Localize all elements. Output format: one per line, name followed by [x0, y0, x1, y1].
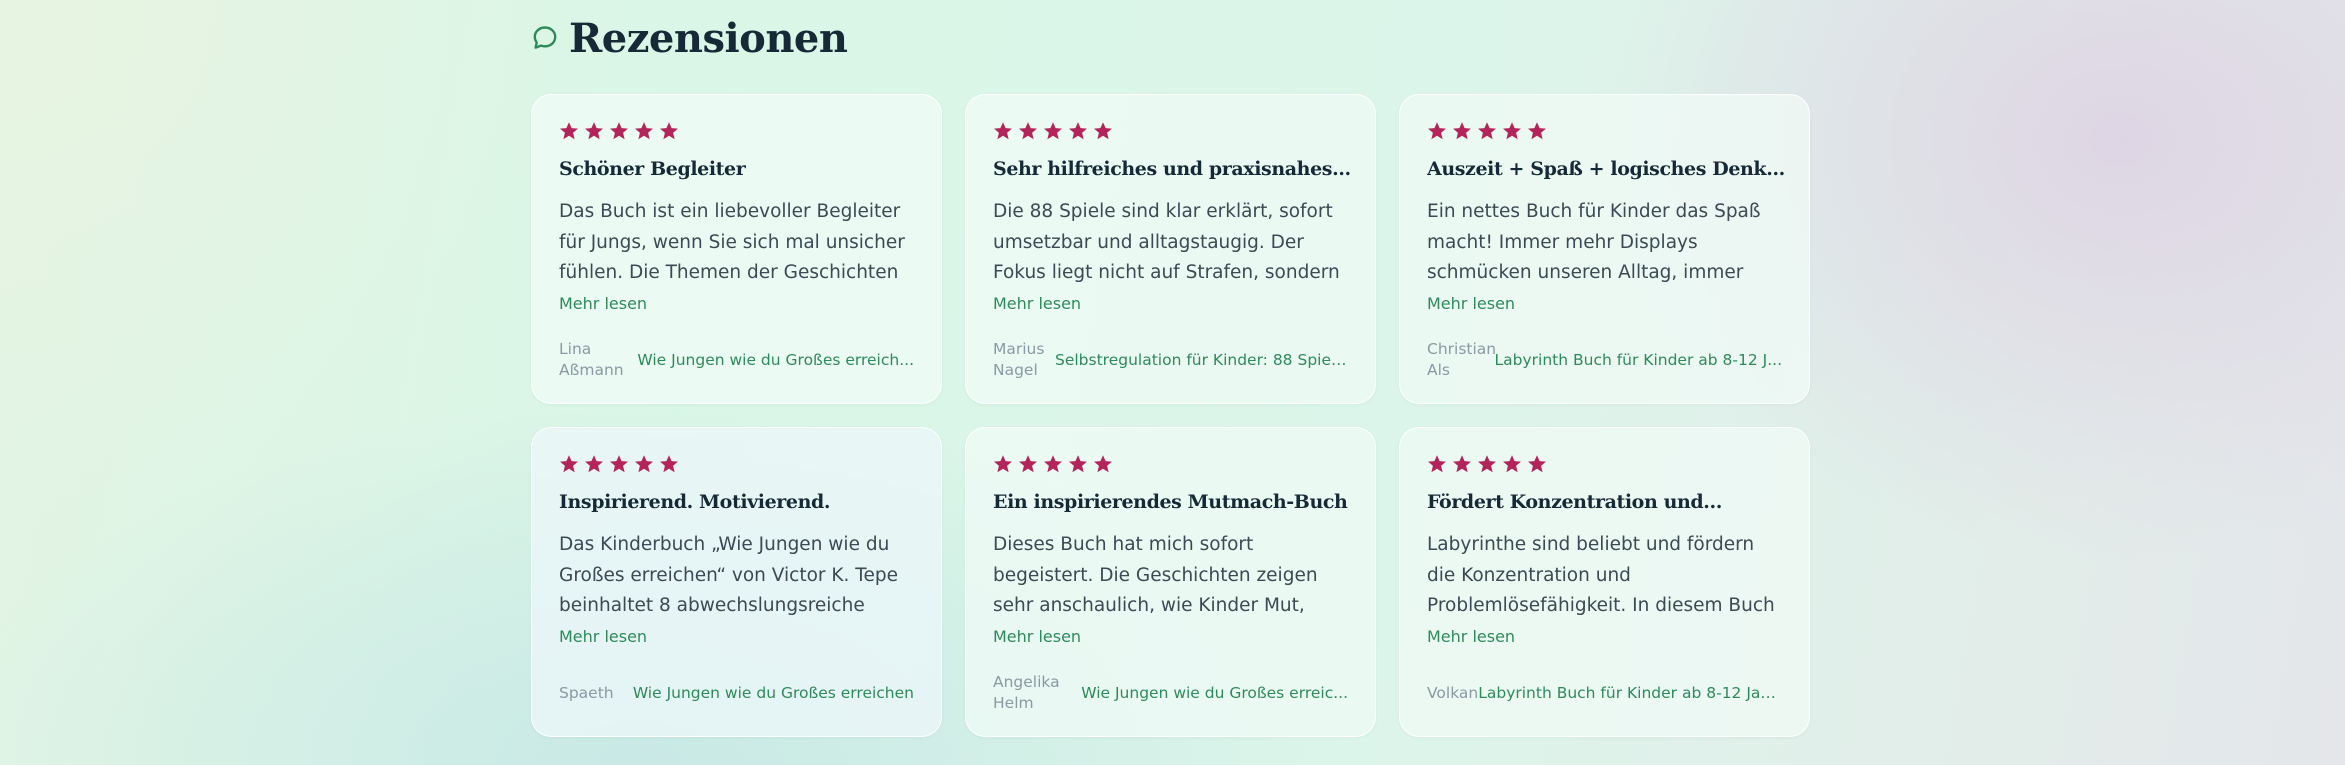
star-rating — [993, 121, 1113, 141]
star-icon — [1528, 455, 1546, 473]
star-icon — [560, 455, 578, 473]
review-card: Ein inspirierendes Mutmach-Buch Dieses B… — [965, 427, 1376, 737]
star-icon — [1428, 455, 1446, 473]
review-card: Inspirierend. Motivierend. Das Kinderbuc… — [531, 427, 942, 737]
review-author: Christian Als — [1427, 340, 1497, 379]
section-title: Rezensionen — [569, 14, 848, 62]
review-footer: Lina Aßmann Wie Jungen wie du Großes err… — [559, 335, 914, 385]
star-icon — [660, 122, 678, 140]
review-title: Ein inspirierendes Mutmach-Buch — [993, 491, 1348, 513]
review-text: Das Buch ist ein liebevoller Begleiter f… — [559, 201, 905, 283]
review-text: Labyrinthe sind beliebt und fördern die … — [1427, 534, 1775, 616]
star-rating — [993, 454, 1113, 474]
star-icon — [610, 122, 628, 140]
star-icon — [1094, 122, 1112, 140]
book-link[interactable]: Wie Jungen wie du Großes erreich... — [637, 351, 914, 369]
star-icon — [1503, 455, 1521, 473]
review-title: Auszeit + Spaß + logisches Denken — [1427, 158, 1789, 180]
section-heading: Rezensionen — [531, 0, 1811, 76]
speech-bubble-icon — [531, 23, 561, 53]
star-icon — [1528, 122, 1546, 140]
star-icon — [1453, 122, 1471, 140]
star-rating — [559, 121, 679, 141]
book-link[interactable]: Labyrinth Buch für Kinder ab 8-12 J... — [1495, 351, 1782, 369]
read-more-link[interactable]: Mehr lesen — [1427, 627, 1515, 646]
review-author: Spaeth — [559, 683, 614, 702]
book-link[interactable]: Wie Jungen wie du Großes erreichen — [633, 684, 914, 702]
star-icon — [1044, 122, 1062, 140]
star-icon — [610, 455, 628, 473]
review-text: Ein nettes Buch für Kinder das Spaß mach… — [1427, 201, 1761, 283]
star-icon — [994, 455, 1012, 473]
book-link[interactable]: Labyrinth Buch für Kinder ab 8-12 Jahre — [1478, 684, 1782, 702]
book-link[interactable]: Wie Jungen wie du Großes erreic... — [1081, 684, 1348, 702]
review-text: Die 88 Spiele sind klar erklärt, sofort … — [993, 201, 1340, 283]
review-author: Angelika Helm — [993, 673, 1060, 712]
review-title: Schöner Begleiter — [559, 158, 746, 180]
review-card: Auszeit + Spaß + logisches Denken Ein ne… — [1399, 94, 1810, 404]
star-icon — [1478, 122, 1496, 140]
star-icon — [560, 122, 578, 140]
review-text: Das Kinderbuch „Wie Jungen wie du Großes… — [559, 534, 898, 616]
review-card: Sehr hilfreiches und praxisnahes Buch. D… — [965, 94, 1376, 404]
review-footer: Angelika Helm Wie Jungen wie du Großes e… — [993, 668, 1348, 718]
star-icon — [635, 455, 653, 473]
star-icon — [1094, 455, 1112, 473]
read-more-link[interactable]: Mehr lesen — [1427, 294, 1515, 313]
review-footer: Christian Als Labyrinth Buch für Kinder … — [1427, 335, 1782, 385]
star-icon — [994, 122, 1012, 140]
star-icon — [1069, 455, 1087, 473]
read-more-link[interactable]: Mehr lesen — [993, 627, 1081, 646]
star-icon — [1503, 122, 1521, 140]
book-link[interactable]: Selbstregulation für Kinder: 88 Spiele z… — [1055, 351, 1348, 369]
star-icon — [660, 455, 678, 473]
star-icon — [1019, 122, 1037, 140]
review-title: Fördert Konzentration und... — [1427, 491, 1722, 513]
review-card: Fördert Konzentration und... Labyrinthe … — [1399, 427, 1810, 737]
review-title: Inspirierend. Motivierend. — [559, 491, 831, 513]
star-icon — [1478, 455, 1496, 473]
read-more-link[interactable]: Mehr lesen — [993, 294, 1081, 313]
read-more-link[interactable]: Mehr lesen — [559, 294, 647, 313]
star-icon — [1069, 122, 1087, 140]
star-icon — [1428, 122, 1446, 140]
review-text: Dieses Buch hat mich sofort begeistert. … — [993, 534, 1318, 616]
star-icon — [1453, 455, 1471, 473]
review-footer: Marius Nagel Selbstregulation für Kinder… — [993, 335, 1348, 385]
star-icon — [585, 122, 603, 140]
review-footer: Spaeth Wie Jungen wie du Großes erreiche… — [559, 668, 914, 718]
reviews-section: Rezensionen Schöner Begleiter Das Buch i… — [531, 0, 1811, 737]
review-author: Volkan — [1427, 683, 1479, 702]
review-author: Marius Nagel — [993, 340, 1045, 379]
review-author: Lina Aßmann — [559, 340, 624, 379]
star-rating — [1427, 454, 1547, 474]
star-rating — [559, 454, 679, 474]
review-footer: Volkan Labyrinth Buch für Kinder ab 8-12… — [1427, 668, 1782, 718]
review-title: Sehr hilfreiches und praxisnahes Buch. — [993, 158, 1355, 180]
star-rating — [1427, 121, 1547, 141]
star-icon — [1044, 455, 1062, 473]
star-icon — [635, 122, 653, 140]
star-icon — [1019, 455, 1037, 473]
review-card: Schöner Begleiter Das Buch ist ein liebe… — [531, 94, 942, 404]
read-more-link[interactable]: Mehr lesen — [559, 627, 647, 646]
star-icon — [585, 455, 603, 473]
